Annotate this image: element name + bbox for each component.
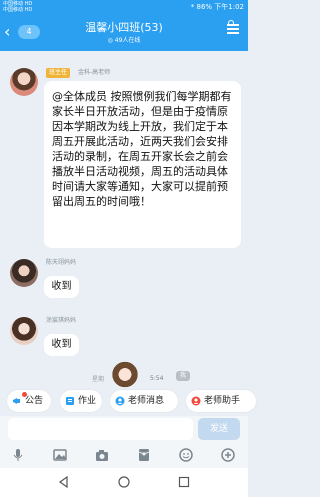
chip-label: 老师消息 bbox=[128, 396, 165, 406]
system-nav-bar bbox=[0, 468, 248, 497]
status-bar: 中国移动 HD 中国移动 HD * 86% 下午1:02 bbox=[0, 0, 248, 14]
microphone-icon[interactable] bbox=[10, 447, 26, 463]
camera-icon[interactable] bbox=[94, 447, 110, 463]
floating-avatar-sticker[interactable] bbox=[112, 361, 138, 391]
message-bubble[interactable]: 收到 bbox=[44, 276, 79, 298]
teacher-assistant-button[interactable]: 老师助手 bbox=[186, 390, 256, 412]
status-right: * 86% 下午1:02 bbox=[190, 3, 244, 11]
teacher-icon bbox=[115, 396, 125, 406]
chat-header: ‹ 4 温馨小四班(53) ◎ 49人在线 bbox=[0, 14, 248, 51]
message-bubble[interactable]: @全体成员 按照惯例我们每学期都有家长半日开放活动，但是由于疫情原因本学期改为线… bbox=[44, 81, 241, 248]
online-count: ◎ 49人在线 bbox=[107, 37, 141, 44]
sender-name: 金科-高老师 bbox=[78, 69, 111, 76]
send-button[interactable]: 发送 bbox=[198, 418, 240, 440]
composer: 发送 bbox=[0, 416, 248, 442]
overlay-time: 5:54 bbox=[150, 375, 164, 382]
announcement-button[interactable]: 公告 bbox=[7, 390, 51, 412]
recents-square-icon[interactable] bbox=[178, 476, 190, 488]
back-triangle-icon[interactable] bbox=[58, 476, 70, 488]
teacher-messages-button[interactable]: 老师消息 bbox=[110, 390, 178, 412]
role-badge: 班主任 bbox=[46, 68, 71, 78]
online-count-text: 49人在线 bbox=[114, 37, 141, 44]
sender-name: 涂宸琪妈妈 bbox=[46, 317, 77, 324]
quick-action-bar: 公告 作业 老师消息 老师助手 bbox=[0, 390, 256, 414]
home-circle-icon[interactable] bbox=[118, 476, 130, 488]
notebook-icon bbox=[66, 397, 74, 405]
composer-toolbar bbox=[0, 442, 248, 468]
plus-icon[interactable] bbox=[220, 447, 236, 463]
image-icon[interactable] bbox=[52, 447, 68, 463]
timestamp: 星期 bbox=[92, 376, 105, 383]
avatar[interactable] bbox=[10, 259, 38, 287]
megaphone-icon bbox=[13, 398, 20, 404]
sender-name: 陈天翊妈妈 bbox=[46, 259, 77, 266]
page-title: 温馨小四班(53) bbox=[85, 21, 163, 34]
carrier-line: 中国移动 HD bbox=[3, 7, 33, 13]
avatar[interactable] bbox=[10, 317, 38, 345]
group-menu-icon[interactable] bbox=[226, 20, 240, 36]
red-packet-icon[interactable] bbox=[136, 447, 152, 463]
homework-button[interactable]: 作业 bbox=[60, 390, 102, 412]
avatar[interactable] bbox=[10, 68, 38, 96]
emoji-icon[interactable] bbox=[178, 447, 194, 463]
assistant-icon bbox=[191, 396, 201, 406]
chip-label: 老师助手 bbox=[204, 396, 241, 406]
chip-label: 公告 bbox=[25, 396, 44, 406]
carrier-info: 中国移动 HD 中国移动 HD bbox=[3, 1, 32, 13]
message-list[interactable]: 班主任 金科-高老师 @全体成员 按照惯例我们每学期都有家长半日开放活动，但是由… bbox=[0, 51, 248, 391]
message-bubble[interactable]: 收到 bbox=[44, 334, 79, 356]
notification-dot bbox=[22, 392, 27, 397]
chip-label: 作业 bbox=[78, 396, 97, 406]
overlay-badge[interactable]: 我 bbox=[176, 371, 190, 381]
message-input[interactable] bbox=[8, 418, 193, 440]
